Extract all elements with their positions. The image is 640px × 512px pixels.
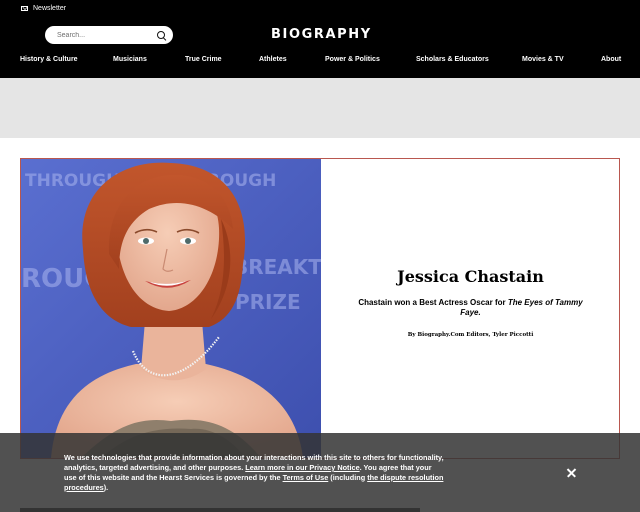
hero-title[interactable]: Jessica Chastain	[321, 267, 620, 286]
site-header: Newsletter BIOGRAPHY History & Culture M…	[0, 0, 640, 78]
search-icon[interactable]	[156, 30, 167, 41]
ad-placeholder	[0, 78, 640, 138]
hero-card[interactable]: THROUGH THROUGH BREAKTHR PRIZE ROUGH	[20, 158, 620, 459]
search-input[interactable]	[57, 31, 156, 39]
hero-byline: By Biography.Com Editors, Tyler Piccotti	[407, 332, 534, 338]
envelope-icon	[21, 5, 28, 11]
terms-of-use-link[interactable]: Terms of Use	[283, 473, 329, 482]
nav-item-true-crime[interactable]: True Crime	[185, 56, 222, 63]
search-box[interactable]	[45, 26, 173, 44]
cookie-notice-text: We use technologies that provide informa…	[64, 453, 444, 493]
site-logo[interactable]: BIOGRAPHY	[271, 27, 372, 42]
hero-photo[interactable]: THROUGH THROUGH BREAKTHR PRIZE ROUGH	[21, 159, 321, 458]
newsletter-label: Newsletter	[33, 4, 67, 12]
backdrop-text: BREAKTHR	[233, 255, 321, 279]
main-nav: History & Culture Musicians True Crime A…	[0, 56, 640, 70]
hero-dek-text: Chastain won a Best Actress Oscar for	[358, 298, 508, 307]
nav-item-history-culture[interactable]: History & Culture	[20, 56, 78, 63]
backdrop-text: PRIZE	[235, 290, 301, 314]
cookie-banner: We use technologies that provide informa…	[0, 433, 640, 512]
nav-item-power-politics[interactable]: Power & Politics	[325, 56, 380, 63]
nav-item-athletes[interactable]: Athletes	[259, 56, 287, 63]
nav-item-about[interactable]: About	[601, 56, 621, 63]
nav-item-musicians[interactable]: Musicians	[113, 56, 147, 63]
hero-dek: Chastain won a Best Actress Oscar for Th…	[351, 298, 590, 318]
nav-item-movies-tv[interactable]: Movies & TV	[522, 56, 564, 63]
portrait-illustration: THROUGH THROUGH BREAKTHR PRIZE ROUGH	[21, 159, 321, 458]
cookie-text-part: (including	[328, 473, 368, 482]
cookie-text-part: ).	[103, 483, 109, 492]
close-icon[interactable]	[566, 467, 578, 479]
hero-text-panel: Jessica Chastain Chastain won a Best Act…	[321, 159, 620, 458]
nav-item-scholars-educators[interactable]: Scholars & Educators	[416, 56, 489, 63]
newsletter-link[interactable]: Newsletter	[21, 2, 66, 14]
privacy-notice-link[interactable]: Learn more in our Privacy Notice	[245, 463, 359, 472]
